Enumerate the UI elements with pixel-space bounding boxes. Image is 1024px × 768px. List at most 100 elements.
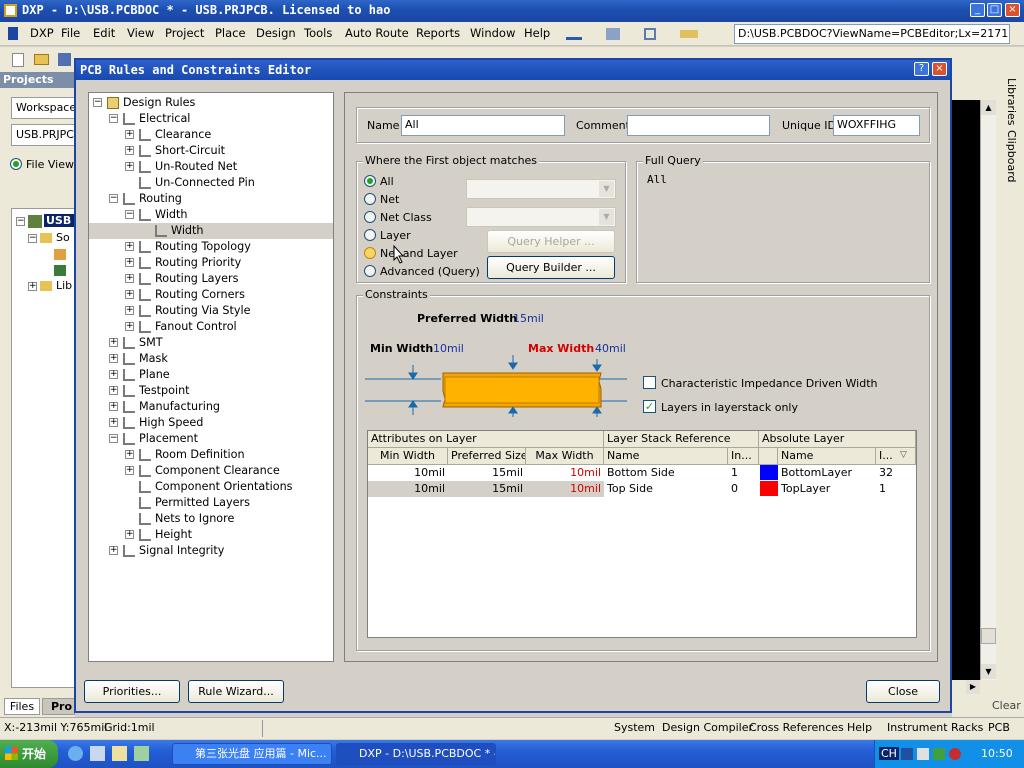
cell-abs-name[interactable]: BottomLayer (778, 465, 876, 481)
tree-node[interactable]: + SMT (89, 335, 333, 351)
tree-node[interactable]: + Routing Corners (89, 287, 333, 303)
tab-projects[interactable]: Pro (42, 698, 75, 715)
menu-design[interactable]: Design (256, 26, 296, 40)
cell-abs-index[interactable]: 32 (876, 465, 916, 481)
tree-node[interactable]: − Width (89, 207, 333, 223)
tree-node[interactable]: + Testpoint (89, 383, 333, 399)
menu-dxp[interactable]: DXP (30, 26, 54, 40)
impedance-checkbox[interactable] (643, 376, 656, 389)
start-button[interactable]: 开始 (0, 740, 58, 768)
save-icon[interactable] (58, 53, 71, 66)
menu-view[interactable]: View (127, 26, 154, 40)
cell-preferred[interactable]: 15mil (448, 481, 526, 497)
pcb-canvas[interactable] (952, 100, 980, 680)
maximize-icon[interactable]: □ (987, 3, 1002, 17)
tray-icon[interactable] (901, 748, 913, 760)
tree-node[interactable]: + Component Clearance (89, 463, 333, 479)
expand-icon[interactable]: + (109, 386, 118, 395)
tree-node[interactable]: + Fanout Control (89, 319, 333, 335)
panel-design-compiler[interactable]: Design Compiler (662, 721, 753, 734)
scroll-right-icon[interactable]: ▶ (966, 680, 980, 694)
cell-layer-name[interactable]: Top Side (604, 481, 728, 497)
tree-node[interactable]: + Clearance (89, 127, 333, 143)
tree-node[interactable]: + Routing Via Style (89, 303, 333, 319)
net-combo[interactable]: ▼ (466, 179, 616, 199)
col-abs-name[interactable]: Name (778, 448, 876, 465)
tree-node[interactable]: + Short-Circuit (89, 143, 333, 159)
tree-child-label[interactable]: So (56, 231, 70, 244)
cell-layer-index[interactable]: 0 (728, 481, 759, 497)
menu-help[interactable]: Help (524, 26, 550, 40)
tab-clipboard[interactable]: Clipboard (1000, 130, 1018, 183)
tree-node[interactable]: + Signal Integrity (89, 543, 333, 559)
menu-project[interactable]: Project (165, 26, 204, 40)
expand-icon[interactable]: + (125, 162, 134, 171)
path-field[interactable]: D:\USB.PCBDOC?ViewName=PCBEditor;Lx=2171… (734, 24, 1010, 44)
menu-auto-route[interactable]: Auto Route (345, 26, 409, 40)
collapse-icon[interactable]: − (109, 114, 118, 123)
match-radio[interactable] (364, 175, 376, 187)
expand-icon[interactable]: + (109, 402, 118, 411)
open-folder-icon[interactable] (34, 54, 49, 65)
cell-abs-index[interactable]: 1 (876, 481, 916, 497)
new-doc-icon[interactable] (12, 53, 24, 67)
menu-reports[interactable]: Reports (416, 26, 460, 40)
task-dxp[interactable]: DXP - D:\USB.PCBDOC * -... (336, 743, 496, 765)
filter-icon[interactable]: ▽ (900, 450, 907, 460)
tray-icon[interactable] (933, 748, 945, 760)
tree-node[interactable]: + Routing Topology (89, 239, 333, 255)
measure-icon[interactable] (680, 30, 698, 38)
tree-child-label[interactable]: Lib (56, 279, 72, 292)
tree-node[interactable]: − Design Rules (89, 95, 333, 111)
expand-icon[interactable]: + (125, 130, 134, 139)
query-builder-button[interactable]: Query Builder ... (487, 256, 615, 279)
match-radio[interactable] (364, 247, 376, 259)
task-word[interactable]: 第三张光盘 应用篇 - Mic... (172, 743, 332, 765)
query-helper-button[interactable]: Query Helper ... (487, 230, 615, 253)
expand-icon[interactable]: + (125, 258, 134, 267)
tree-node[interactable]: Un-Connected Pin (89, 175, 333, 191)
pen-icon[interactable] (566, 27, 582, 40)
tree-node[interactable]: + Manufacturing (89, 399, 333, 415)
cell-layer-index[interactable]: 1 (728, 465, 759, 481)
name-field[interactable]: All (401, 115, 565, 136)
tray-icon[interactable] (949, 748, 961, 760)
expand-icon[interactable]: + (109, 418, 118, 427)
align-icon[interactable] (644, 28, 656, 40)
vertical-scrollbar[interactable]: ▲ ▼ (980, 100, 996, 680)
tree-node[interactable]: + High Speed (89, 415, 333, 431)
tree-node[interactable]: + Routing Priority (89, 255, 333, 271)
cell-min-width[interactable]: 10mil (368, 481, 448, 497)
expand-icon[interactable]: + (125, 450, 134, 459)
tree-node[interactable]: Width (89, 223, 333, 239)
tree-node[interactable]: − Placement (89, 431, 333, 447)
expand-icon[interactable]: + (109, 546, 118, 555)
expand-icon[interactable]: + (109, 354, 118, 363)
collapse-icon[interactable]: − (109, 434, 118, 443)
tree-node[interactable]: Permitted Layers (89, 495, 333, 511)
tree-node[interactable]: + Routing Layers (89, 271, 333, 287)
expand-icon[interactable]: + (125, 146, 134, 155)
tab-libraries[interactable]: Libraries (1000, 78, 1018, 126)
expand-icon[interactable]: + (125, 530, 134, 539)
match-radio[interactable] (364, 211, 376, 223)
col-min-width[interactable]: Min Width (368, 448, 448, 465)
tree-node[interactable]: + Un-Routed Net (89, 159, 333, 175)
menu-place[interactable]: Place (215, 26, 246, 40)
menu-window[interactable]: Window (470, 26, 515, 40)
tree-node[interactable]: Component Orientations (89, 479, 333, 495)
scroll-thumb[interactable] (981, 628, 996, 644)
tree-node[interactable]: − Routing (89, 191, 333, 207)
close-icon[interactable]: × (1005, 3, 1020, 17)
cell-layer-name[interactable]: Bottom Side (604, 465, 728, 481)
expand-icon[interactable]: + (125, 466, 134, 475)
tree-node[interactable]: + Height (89, 527, 333, 543)
expand-icon[interactable]: + (109, 338, 118, 347)
expand-icon[interactable]: + (125, 306, 134, 315)
panel-pcb[interactable]: PCB (988, 721, 1010, 734)
tray-icon[interactable] (917, 748, 929, 760)
col-name[interactable]: Name (604, 448, 728, 465)
col-max-width[interactable]: Max Width (526, 448, 604, 465)
rule-wizard-button[interactable]: Rule Wizard... (188, 680, 284, 703)
printer-icon[interactable] (606, 28, 620, 40)
